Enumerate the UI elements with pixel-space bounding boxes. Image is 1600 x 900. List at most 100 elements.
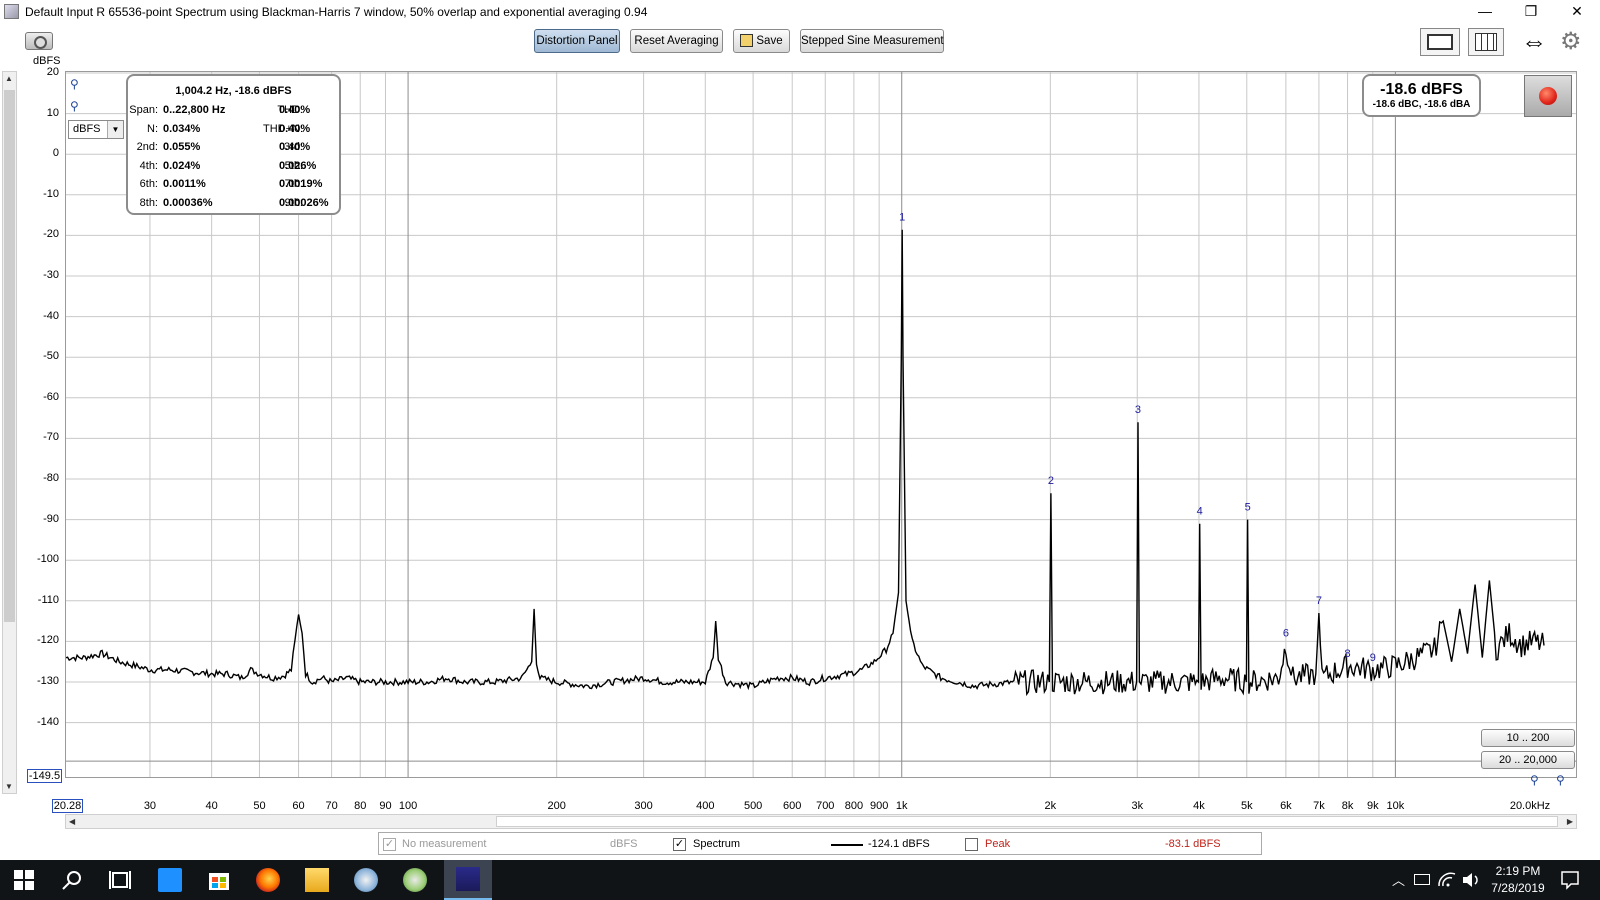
x-tick-label: 6k: [1280, 800, 1292, 812]
store-icon[interactable]: [207, 868, 231, 892]
x-tick-label: 800: [844, 800, 864, 812]
harmonic-marker-label: 1: [899, 212, 905, 224]
horizontal-scroll-thumb[interactable]: [496, 816, 1558, 827]
scroll-up-icon[interactable]: ▲: [5, 74, 13, 83]
level-sub: -18.6 dBC, -18.6 dBA: [1372, 99, 1471, 110]
windows-start-icon[interactable]: [12, 868, 36, 892]
x-tick-label: 5k: [1240, 800, 1253, 812]
range-20-20000-button[interactable]: 20 .. 20,000: [1481, 751, 1575, 769]
distortion-value: 0.026%: [279, 159, 317, 172]
y-tick-label: -100: [36, 553, 59, 566]
graph-window-icon[interactable]: [1420, 28, 1460, 56]
y-tick-label: -80: [43, 472, 59, 484]
y-tick-label: -70: [43, 431, 59, 444]
record-button[interactable]: [1524, 75, 1572, 117]
y-tick-label: -20: [43, 228, 59, 241]
dropbox-icon[interactable]: [158, 868, 182, 892]
paint-icon[interactable]: [354, 868, 378, 892]
zoom-in-x-icon[interactable]: ⚲: [1530, 773, 1539, 787]
y-tick-label: -120: [36, 634, 59, 647]
x-tick-label: 8k: [1341, 800, 1354, 812]
app-window: Default Input R 65536-point Spectrum usi…: [0, 0, 1600, 900]
y-tick-label: -40: [43, 309, 59, 322]
spectrum-line-swatch: [831, 844, 863, 846]
vertical-scroll-thumb[interactable]: [4, 90, 15, 622]
restore-button[interactable]: ❐: [1508, 0, 1554, 24]
no-measurement-checkbox[interactable]: ✓: [383, 838, 396, 851]
horizontal-scrollbar[interactable]: ◀ ▶: [65, 814, 1577, 829]
range-10-200-button[interactable]: 10 .. 200: [1481, 729, 1575, 747]
scroll-right-icon[interactable]: ▶: [1567, 817, 1573, 826]
y-tick-label: -130: [36, 675, 59, 687]
distortion-value: 0.00036%: [163, 197, 213, 209]
spectrum-label: Spectrum: [693, 838, 741, 850]
screenshot-camera-icon[interactable]: [25, 32, 53, 50]
y-tick-label: -10: [43, 187, 59, 200]
legend-bar: ✓ No measurement dBFS ✓ Spectrum -124.1 …: [378, 832, 1262, 855]
taskbar: ︿ 2:19 PM 7/28/2019: [0, 860, 1600, 900]
stepped-sine-measurement-button[interactable]: Stepped Sine Measurement: [800, 29, 944, 53]
app-launcher-icon[interactable]: [403, 868, 427, 892]
wifi-icon[interactable]: [1437, 870, 1457, 890]
distortion-panel-button[interactable]: Distortion Panel: [534, 29, 620, 53]
y-tick-label: 20: [46, 66, 59, 78]
search-icon[interactable]: [60, 868, 84, 892]
scroll-left-icon[interactable]: ◀: [69, 817, 75, 826]
harmonic-marker-label: 7: [1316, 595, 1322, 607]
scroll-down-icon[interactable]: ▼: [5, 782, 13, 791]
vertical-scrollbar[interactable]: ▲ ▼: [2, 71, 17, 794]
x-tick-label: 900: [869, 800, 889, 812]
x-min-field[interactable]: 20.28: [52, 799, 83, 813]
distortion-label: 6th:: [139, 178, 158, 191]
distortion-value: 0.0019%: [279, 178, 323, 191]
harmonic-marker-label: 8: [1344, 648, 1350, 660]
x-tick-label: 3k: [1131, 800, 1144, 812]
zoom-in-y-icon[interactable]: ⚲: [70, 77, 79, 91]
harmonic-marker-label: 5: [1245, 502, 1251, 514]
close-button[interactable]: ✕: [1554, 0, 1600, 24]
harmonic-marker-label: 3: [1135, 404, 1141, 416]
firefox-icon[interactable]: [256, 868, 280, 892]
spectrum-trace: [66, 229, 1545, 697]
spectrum-checkbox[interactable]: ✓: [673, 838, 686, 851]
x-tick-label: 50: [253, 800, 266, 812]
distortion-label: Span:: [129, 104, 158, 116]
x-tick-label: 90: [379, 800, 392, 812]
reset-averaging-button[interactable]: Reset Averaging: [630, 29, 723, 53]
x-tick-label: 60: [292, 800, 305, 812]
y-tick-label: -110: [37, 593, 59, 606]
x-tick-label: 9k: [1366, 800, 1379, 812]
notifications-icon[interactable]: [1560, 870, 1580, 890]
distortion-value: 0.0011%: [163, 178, 206, 191]
y-tick-label: -50: [43, 350, 59, 363]
distortion-panel: 1,004.2 Hz, -18.6 dBFS Span: 0..22,800 Hz…: [126, 74, 341, 215]
save-icon: [740, 34, 753, 47]
task-view-icon[interactable]: [108, 868, 132, 892]
save-button[interactable]: Save: [733, 29, 790, 53]
battery-icon[interactable]: [1414, 874, 1430, 885]
clock[interactable]: 2:19 PM 7/28/2019: [1478, 863, 1558, 897]
x-tick-label: 40: [205, 800, 218, 812]
no-measurement-label: No measurement: [402, 838, 487, 850]
distortion-value: 0.055%: [163, 141, 201, 154]
file-explorer-icon[interactable]: [305, 868, 329, 892]
level-readout: -18.6 dBFS -18.6 dBC, -18.6 dBA: [1362, 74, 1481, 117]
gear-icon[interactable]: ⚙: [1560, 28, 1586, 56]
chevron-up-icon[interactable]: ︿: [1392, 870, 1405, 889]
x-tick-label: 2k: [1044, 800, 1057, 812]
y-min-field[interactable]: -149.5: [27, 769, 62, 783]
distortion-label: N:: [147, 122, 158, 135]
spectrum-value: -124.1 dBFS: [868, 838, 930, 850]
distortion-value: 0.40%: [279, 141, 311, 154]
peak-checkbox[interactable]: [965, 838, 978, 851]
harmonic-marker-label: 9: [1370, 652, 1376, 664]
x-tick-label: 10k: [1386, 800, 1405, 812]
columns-view-icon[interactable]: [1468, 28, 1504, 56]
zoom-out-y-icon[interactable]: ⚲: [70, 99, 79, 113]
rew-taskbar-button[interactable]: [444, 860, 492, 900]
fit-arrows-icon[interactable]: ⇔: [1515, 28, 1553, 56]
distortion-label: 2nd:: [136, 141, 158, 154]
zoom-out-x-icon[interactable]: ⚲: [1556, 773, 1565, 787]
toolbar: Distortion Panel Reset Averaging Save St…: [0, 24, 1600, 64]
minimize-button[interactable]: —: [1462, 0, 1508, 24]
